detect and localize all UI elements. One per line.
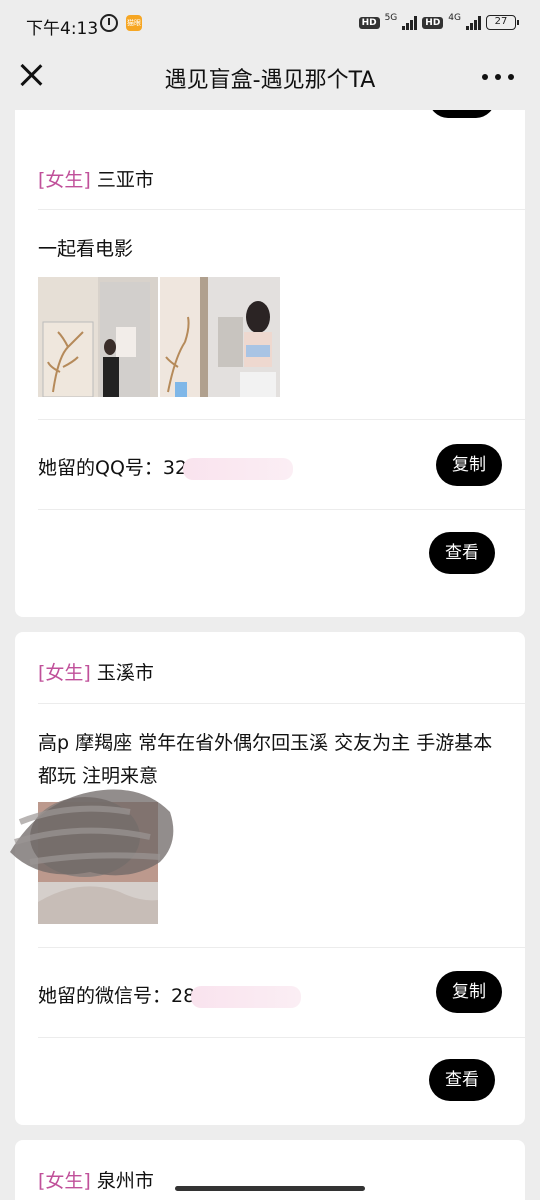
signal-icon-2 <box>466 15 481 30</box>
view-button[interactable]: 查看 <box>429 1059 495 1101</box>
signal-icon <box>402 15 418 30</box>
gender-tag: [女生] <box>38 1170 91 1192</box>
card-header: [女生] 泉州市 <box>38 1166 154 1193</box>
description-text: 一起看电影 <box>38 238 134 260</box>
gender-tag: [女生] <box>38 662 91 684</box>
city-label: 玉溪市 <box>96 662 154 684</box>
page-title: 遇见盲盒-遇见那个TA <box>164 68 376 93</box>
card-header: [女生] 三亚市 <box>38 165 154 192</box>
city-label: 三亚市 <box>96 169 154 191</box>
view-button-partial[interactable] <box>429 110 495 118</box>
profile-card: [女生] 三亚市 一起看电影 她留的QQ号：32 复制 查看 <box>15 110 525 617</box>
status-bar: 下午4:13 猫眼 HD 5G HD 4G 27 <box>0 0 540 48</box>
title-bar: 遇见盲盒-遇见那个TA <box>0 48 540 110</box>
profile-card: [女生] 泉州市 <box>15 1140 525 1200</box>
network-type-label-2: 4G <box>448 12 461 23</box>
network-type-label: 5G <box>384 12 398 23</box>
photo-thumbnail[interactable] <box>10 782 180 927</box>
divider <box>38 947 525 948</box>
alarm-icon <box>100 14 118 32</box>
hd-badge: HD <box>358 16 380 29</box>
photo-thumbnail[interactable] <box>160 277 280 397</box>
battery-icon: 27 <box>486 15 519 30</box>
home-indicator[interactable] <box>175 1186 365 1191</box>
card-header: [女生] 玉溪市 <box>38 658 154 685</box>
gender-tag: [女生] <box>38 169 91 191</box>
city-label: 泉州市 <box>96 1170 154 1192</box>
more-icon[interactable] <box>482 74 514 80</box>
profile-card: [女生] 玉溪市 高p 摩羯座 常年在省外偶尔回玉溪 交友为主 手游基本都玩 注明… <box>10 632 525 1125</box>
divider <box>38 1037 525 1038</box>
hd-badge-2: HD <box>422 16 444 29</box>
app-notification-icon: 猫眼 <box>126 15 142 31</box>
status-icons: HD 5G HD 4G 27 <box>358 12 519 30</box>
photo-thumbnail[interactable] <box>38 277 158 397</box>
view-button[interactable]: 查看 <box>429 532 495 574</box>
divider <box>38 703 525 704</box>
divider <box>38 209 525 210</box>
copy-button[interactable]: 复制 <box>436 971 502 1013</box>
status-time: 下午4:13 <box>26 19 99 39</box>
contact-label: 她留的微信号： <box>38 985 172 1007</box>
redaction-blur <box>191 985 302 1008</box>
divider <box>38 509 525 510</box>
copy-button[interactable]: 复制 <box>436 444 502 486</box>
contact-label: 她留的QQ号： <box>38 457 163 479</box>
divider <box>38 419 525 420</box>
contact-row: 她留的QQ号：32 <box>38 453 294 480</box>
feed-list[interactable]: [女生] 三亚市 一起看电影 她留的QQ号：32 复制 查看 [女生] 玉溪市 … <box>0 110 540 1200</box>
redaction-blur <box>183 457 294 480</box>
contact-row: 她留的微信号：28 <box>38 981 302 1008</box>
